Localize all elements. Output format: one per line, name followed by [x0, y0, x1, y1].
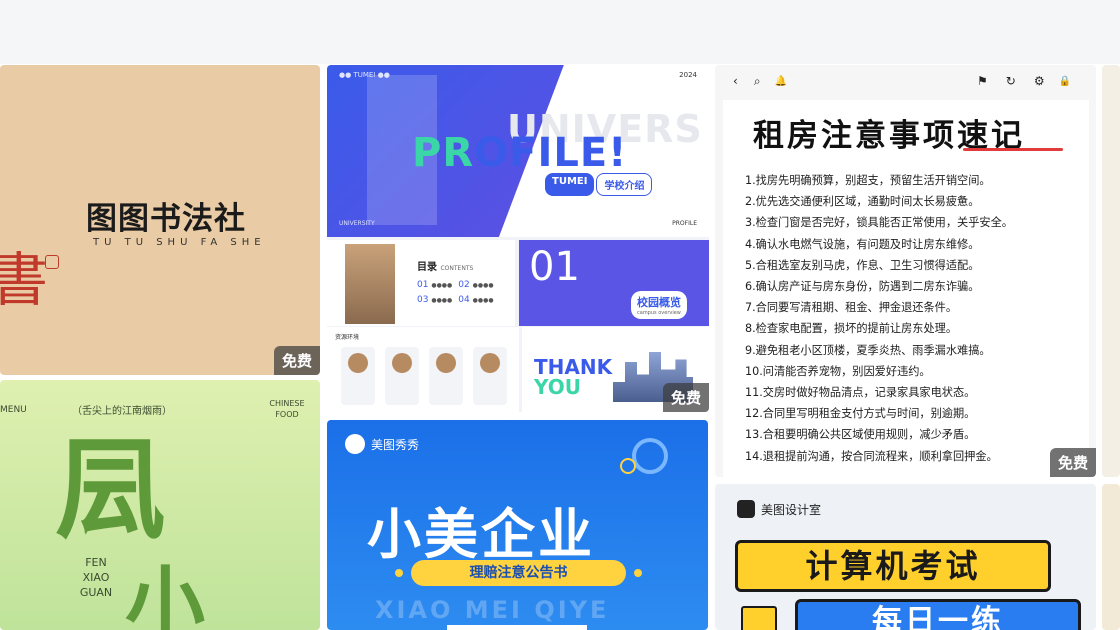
note-item: 12.合同里写明租金支付方式与时间，别逾期。	[745, 407, 976, 421]
note-list: 1.找房先明确预算，别超支，预留生活开销空间。 2.优先选交通便利区域，通勤时间…	[745, 170, 1013, 467]
template-card-partial[interactable]	[1102, 65, 1120, 477]
ring-decoration-small	[620, 458, 636, 474]
note-item: 10.问清能否养宠物，别因爱好违约。	[745, 364, 931, 378]
thanks-text: THANK YOU	[534, 355, 613, 399]
pinyin-label: FEN XIAO GUAN	[79, 556, 113, 599]
seal-character: 書	[0, 246, 49, 314]
slide-resources: 资源环境	[327, 327, 519, 412]
chinese-food-label: CHINESE FOOD	[269, 399, 305, 419]
note-item: 13.合租要明确公共区域使用规则，减少矛盾。	[745, 428, 976, 442]
top-bar	[0, 0, 1120, 64]
template-card-school-profile[interactable]: ●● TUMEI ●● 2024 UNIVERS PROFILE! TUMEI 学…	[327, 65, 709, 412]
template-card-calligraphy[interactable]: 書 图图书法社 TU TU SHU FA SHE 免费	[0, 65, 320, 375]
free-badge: 免费	[1049, 448, 1096, 477]
design-studio-icon	[737, 500, 755, 518]
note-toolbar: ‹ ⌕ 🔔 ⚑ ↻ ⚙ 🔒	[715, 65, 1096, 97]
note-item: 11.交房时做好物品清点，记录家具家电状态。	[745, 386, 976, 400]
slide-cover: ●● TUMEI ●● 2024 UNIVERS PROFILE! TUMEI 学…	[327, 65, 709, 237]
note-item: 2.优先选交通便利区域，通勤时间太长易疲惫。	[745, 195, 980, 209]
notepad-icon	[741, 606, 777, 630]
menu-tagline: （舌尖上的江南烟雨）	[72, 406, 172, 417]
note-paper: 租房注意事项速记 1.找房先明确预算，别超支，预留生活开销空间。 2.优先选交通…	[723, 100, 1089, 477]
brand-logo: 美图设计室	[737, 500, 821, 518]
slide-contents: 目录 CONTENTS 01 ●●●● 02 ●●●● 03 ●●●● 04 ●●●●	[327, 240, 515, 326]
cover-header: ●● TUMEI ●●	[339, 71, 390, 79]
flag-icon[interactable]: ⚑	[977, 74, 988, 88]
gear-icon[interactable]: ⚙	[1034, 74, 1045, 88]
contents-rows: 01 ●●●● 02 ●●●● 03 ●●●● 04 ●●●●	[417, 280, 494, 305]
search-icon[interactable]: ⌕	[754, 74, 761, 89]
template-card-rental-notes[interactable]: ‹ ⌕ 🔔 ⚑ ↻ ⚙ 🔒 租房注意事项速记 1.找房先明确预算，别超支，预留生…	[715, 65, 1096, 477]
lock-icon[interactable]: 🔒	[1059, 76, 1071, 87]
meitu-icon	[345, 434, 365, 454]
resource-cards	[341, 347, 517, 405]
back-icon[interactable]: ‹	[733, 74, 738, 88]
ghost-text: XIAO MEI QIYE	[375, 596, 610, 624]
template-card-company[interactable]: 美图秀秀 小美企业 理赔注意公告书 XIAO MEI QIYE	[327, 420, 708, 630]
big-character-2: 小	[125, 557, 205, 630]
template-card-partial[interactable]	[1102, 484, 1120, 630]
note-item: 14.退租提前沟通，按合同流程来，顺利拿回押金。	[745, 449, 998, 463]
cover-year: 2024	[679, 71, 697, 79]
contents-image	[345, 244, 395, 324]
notice-pill: 理赔注意公告书	[395, 560, 642, 586]
section-number: 01	[529, 244, 580, 290]
free-badge: 免费	[273, 346, 320, 375]
note-item: 1.找房先明确预算，别超支，预留生活开销空间。	[745, 174, 991, 187]
title-underline	[963, 148, 1063, 151]
exam-title: 计算机考试	[735, 540, 1051, 592]
menu-label: MENU	[0, 405, 27, 415]
stamp-icon	[45, 255, 59, 269]
template-card-menu[interactable]: MENU （舌尖上的江南烟雨） CHINESE FOOD 凨 小 FEN XIA…	[0, 380, 320, 630]
slide-section: 01 校园概览 campus overview	[519, 240, 709, 326]
exam-subtitle: 每日一练	[795, 599, 1081, 630]
ring-decoration	[632, 438, 668, 474]
template-card-exam[interactable]: 美图设计室 计算机考试 每日一练	[715, 484, 1096, 630]
headline: 小美企业	[367, 503, 595, 566]
note-item: 5.合租选室友别马虎，作息、卫生习惯得适配。	[745, 258, 980, 272]
note-item: 6.确认房产证与房东身份，防遇到二房东诈骗。	[745, 280, 980, 294]
card-subtitle: TU TU SHU FA SHE	[93, 237, 266, 248]
note-item: 7.合同要写清租期、租金、押金退还条件。	[745, 301, 958, 315]
card-title: 图图书法社	[86, 201, 246, 237]
section-label: 校园概览 campus overview	[631, 291, 687, 319]
refresh-icon[interactable]: ↻	[1006, 74, 1016, 88]
note-item: 9.避免租老小区顶楼，夏季炎热、雨季漏水难搞。	[745, 343, 991, 357]
cover-university: UNIVERSITY	[339, 220, 375, 227]
contents-title: 目录 CONTENTS	[417, 262, 474, 273]
cover-tag: TUMEI 学校介绍	[545, 173, 653, 196]
resources-title: 资源环境	[335, 334, 360, 341]
bell-icon[interactable]: 🔔	[775, 76, 787, 87]
cover-title: PROFILE!	[412, 130, 628, 176]
big-character: 凨	[55, 425, 165, 554]
free-badge: 免费	[662, 383, 709, 412]
note-item: 4.确认水电燃气设施，有问题及时让房东维修。	[745, 237, 980, 251]
brand-logo: 美图秀秀	[345, 434, 419, 454]
note-item: 8.检查家电配置，损坏的提前让房东处理。	[745, 322, 958, 336]
white-bar	[447, 625, 587, 630]
note-item: 3.检查门窗是否完好，锁具能否正常使用，关乎安全。	[745, 216, 1013, 230]
cover-profile: PROFILE	[672, 220, 697, 227]
